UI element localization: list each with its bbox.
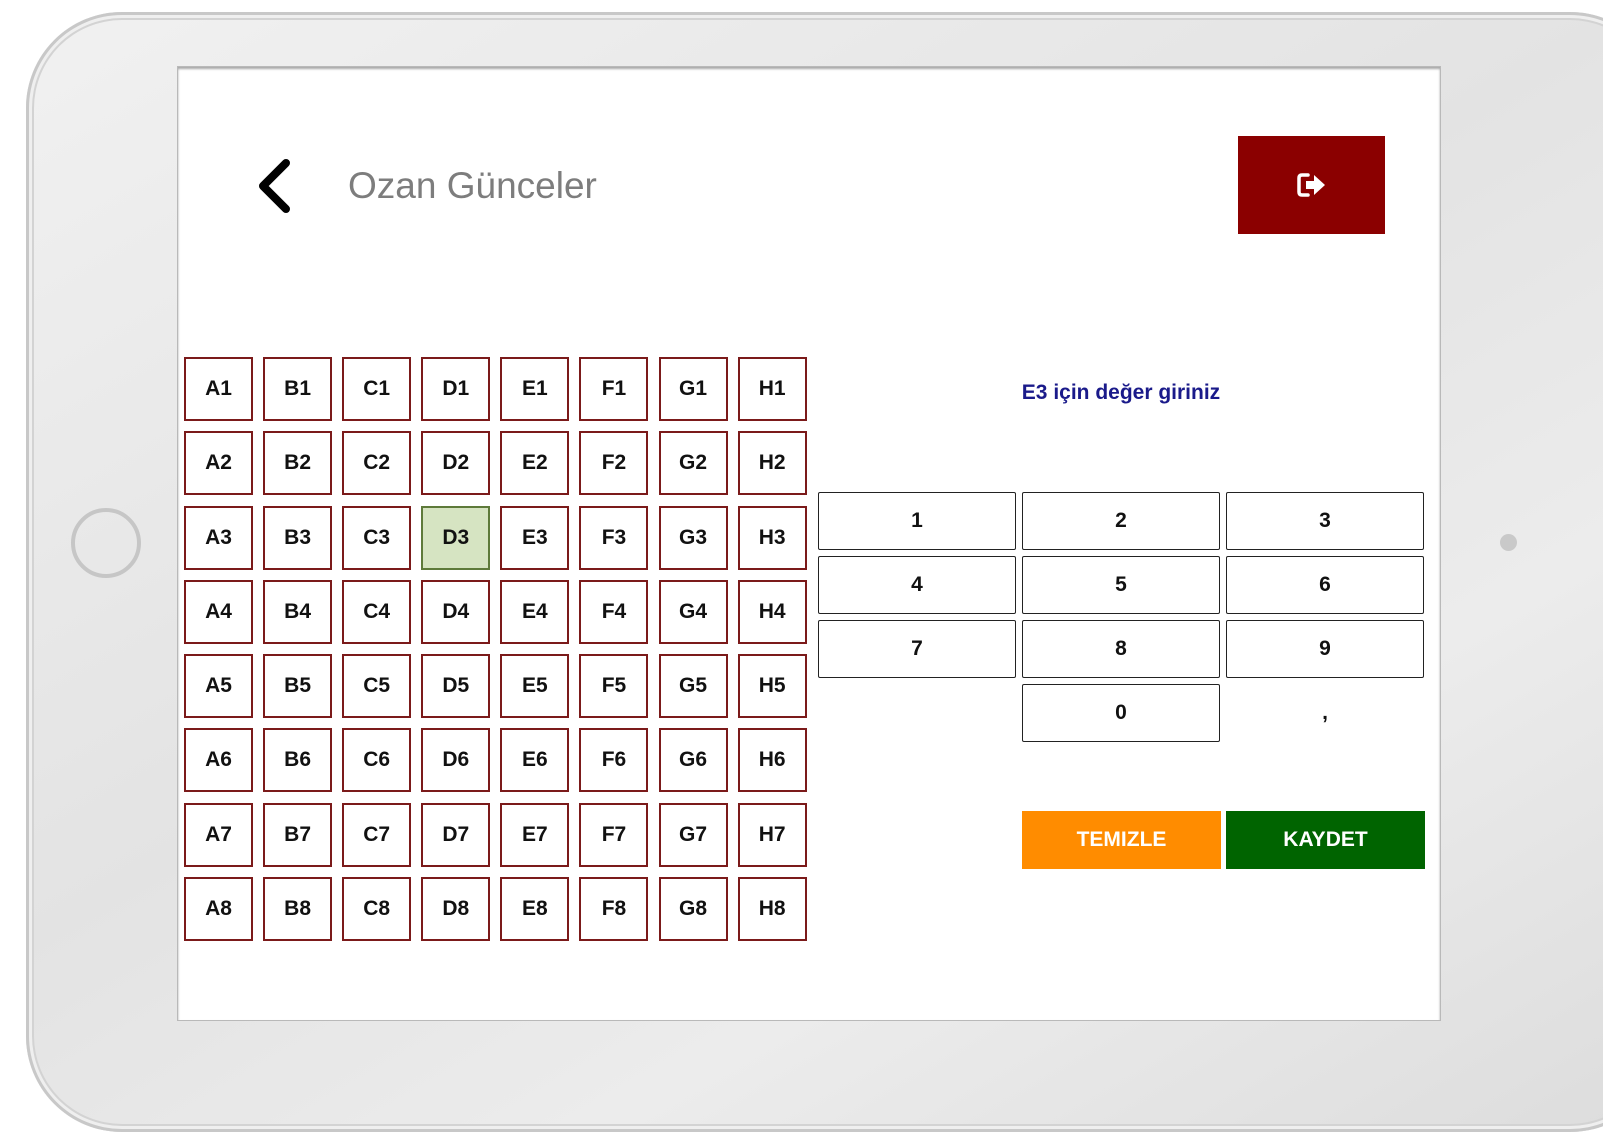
well-b3[interactable]: B3 (263, 505, 333, 570)
well-e3[interactable]: E3 (500, 505, 570, 570)
well-c6[interactable]: C6 (342, 728, 412, 793)
well-g1[interactable]: G1 (658, 357, 728, 421)
well-d1[interactable]: D1 (421, 357, 491, 421)
well-g6[interactable]: G6 (658, 728, 728, 793)
well-d3[interactable]: D3 (421, 505, 491, 570)
well-f3[interactable]: F3 (579, 505, 649, 570)
well-c3[interactable]: C3 (342, 505, 412, 570)
well-g4[interactable]: G4 (658, 579, 728, 644)
well-f6[interactable]: F6 (579, 728, 649, 793)
key-2[interactable]: 2 (1022, 492, 1220, 550)
logout-button[interactable] (1238, 136, 1385, 234)
well-h4[interactable]: H4 (737, 579, 807, 644)
well-f5[interactable]: F5 (579, 654, 649, 719)
camera-dot (1500, 534, 1517, 551)
key-1[interactable]: 1 (818, 492, 1016, 550)
well-a6[interactable]: A6 (184, 728, 253, 793)
entry-prompt: E3 için değer giriniz (1021, 381, 1221, 404)
well-f7[interactable]: F7 (579, 802, 649, 867)
well-b1[interactable]: B1 (263, 357, 333, 421)
well-g2[interactable]: G2 (658, 431, 728, 496)
well-c7[interactable]: C7 (342, 802, 412, 867)
key-0[interactable]: 0 (1022, 684, 1220, 742)
well-h3[interactable]: H3 (737, 505, 807, 570)
well-f1[interactable]: F1 (579, 357, 649, 421)
chevron-left-icon (259, 159, 290, 213)
page-title: Ozan Günceler (348, 165, 597, 206)
well-b5[interactable]: B5 (263, 654, 333, 719)
well-a7[interactable]: A7 (184, 802, 253, 867)
well-h1[interactable]: H1 (737, 357, 807, 421)
well-c2[interactable]: C2 (342, 431, 412, 496)
key-5[interactable]: 5 (1022, 556, 1220, 614)
well-d5[interactable]: D5 (421, 654, 491, 719)
save-button[interactable]: KAYDET (1226, 811, 1425, 869)
back-button[interactable] (252, 157, 296, 215)
well-b7[interactable]: B7 (263, 802, 333, 867)
well-g8[interactable]: G8 (658, 877, 728, 942)
well-f2[interactable]: F2 (579, 431, 649, 496)
numeric-keypad: 123 456 7890, (818, 492, 1424, 742)
well-d7[interactable]: D7 (421, 802, 491, 867)
well-e8[interactable]: E8 (500, 877, 570, 942)
well-e7[interactable]: E7 (500, 802, 570, 867)
well-a1[interactable]: A1 (184, 357, 253, 421)
well-h6[interactable]: H6 (737, 728, 807, 793)
well-b2[interactable]: B2 (263, 431, 333, 496)
well-e1[interactable]: E1 (500, 357, 570, 421)
well-e4[interactable]: E4 (500, 579, 570, 644)
well-h2[interactable]: H2 (737, 431, 807, 496)
clear-button[interactable]: TEMIZLE (1022, 811, 1221, 869)
well-d4[interactable]: D4 (421, 579, 491, 644)
home-button[interactable] (71, 508, 141, 578)
well-h8[interactable]: H8 (737, 877, 807, 942)
key-comma[interactable]: , (1226, 684, 1424, 742)
well-e5[interactable]: E5 (500, 654, 570, 719)
well-d6[interactable]: D6 (421, 728, 491, 793)
key-9[interactable]: 9 (1226, 620, 1424, 678)
key-6[interactable]: 6 (1226, 556, 1424, 614)
well-a4[interactable]: A4 (184, 579, 253, 644)
keypad-empty-slot (818, 684, 1016, 742)
well-a8[interactable]: A8 (184, 877, 253, 942)
well-h5[interactable]: H5 (737, 654, 807, 719)
well-a3[interactable]: A3 (184, 505, 253, 570)
well-d2[interactable]: D2 (421, 431, 491, 496)
well-c4[interactable]: C4 (342, 579, 412, 644)
key-3[interactable]: 3 (1226, 492, 1424, 550)
well-e2[interactable]: E2 (500, 431, 570, 496)
well-b4[interactable]: B4 (263, 579, 333, 644)
key-8[interactable]: 8 (1022, 620, 1220, 678)
well-f4[interactable]: F4 (579, 579, 649, 644)
well-f8[interactable]: F8 (579, 877, 649, 942)
well-e6[interactable]: E6 (500, 728, 570, 793)
well-g7[interactable]: G7 (658, 802, 728, 867)
well-h7[interactable]: H7 (737, 802, 807, 867)
well-d8[interactable]: D8 (421, 877, 491, 942)
well-g5[interactable]: G5 (658, 654, 728, 719)
well-c5[interactable]: C5 (342, 654, 412, 719)
well-c8[interactable]: C8 (342, 877, 412, 942)
key-7[interactable]: 7 (818, 620, 1016, 678)
well-plate-grid: A1 B1 C1 D1 E1 F1 G1 H1 A2 B2 C2 D2 E2 F2 G2 H2 A3 B3 C3 D3… (184, 357, 807, 942)
well-b8[interactable]: B8 (263, 877, 333, 942)
well-c1[interactable]: C1 (342, 357, 412, 421)
well-a5[interactable]: A5 (184, 654, 253, 719)
well-b6[interactable]: B6 (263, 728, 333, 793)
key-4[interactable]: 4 (818, 556, 1016, 614)
well-a2[interactable]: A2 (184, 431, 253, 496)
sign-out-icon (1296, 173, 1325, 197)
well-g3[interactable]: G3 (658, 505, 728, 570)
